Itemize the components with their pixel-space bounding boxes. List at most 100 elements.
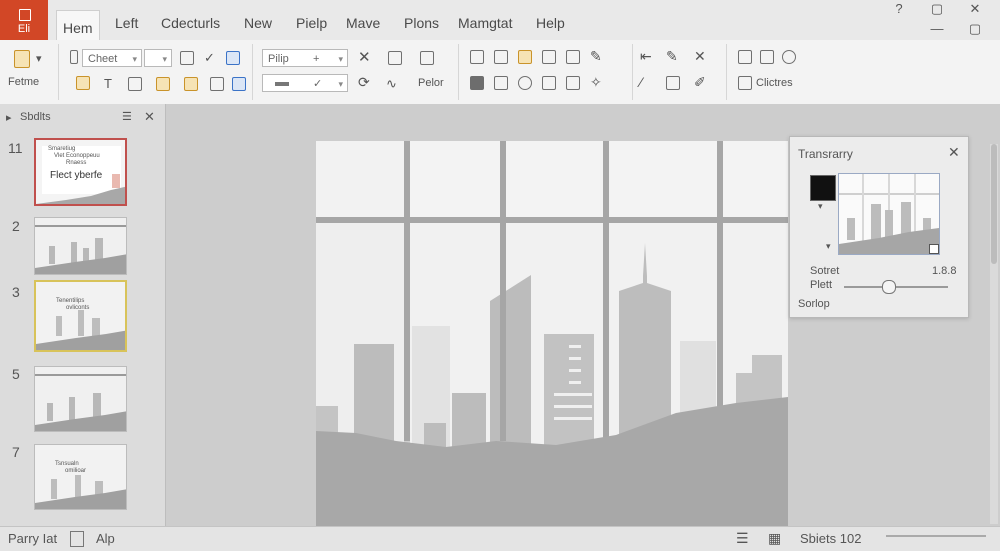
- tab-new[interactable]: New: [238, 12, 278, 34]
- plus-icon: +: [313, 53, 320, 65]
- slide-thumbnail-5[interactable]: [34, 366, 127, 432]
- picture-icon[interactable]: [518, 50, 532, 64]
- paste-dropdown-icon[interactable]: ▾: [36, 52, 42, 65]
- slide-thumbnail-1[interactable]: Smaretiug Vlet Econoppeuu Rnaess Flect y…: [34, 138, 127, 206]
- format-painter-icon[interactable]: [70, 50, 78, 64]
- font-group: Cheet ▾ ▾ ✓ T: [62, 44, 253, 100]
- styles-label[interactable]: Clictres: [756, 77, 793, 89]
- slide-1-title: Flect yberfe: [50, 170, 103, 181]
- tab-home[interactable]: Hem: [56, 10, 100, 41]
- transparency-pane: Transrarry ✕ ▾ ▾ Sotret 1.8.8 Plett Sorl…: [789, 136, 969, 318]
- sorter-view-icon[interactable]: ▦: [768, 530, 781, 547]
- grid-icon[interactable]: [470, 76, 484, 90]
- edit-icon[interactable]: ✎: [666, 48, 678, 65]
- file-tab[interactable]: Eli: [0, 0, 48, 40]
- replace-icon[interactable]: [738, 76, 752, 90]
- status-center-text: Alp: [96, 531, 115, 546]
- preview-dropdown-icon[interactable]: ▾: [826, 241, 831, 252]
- normal-view-icon[interactable]: ☰: [736, 530, 749, 547]
- status-left-text: Parry Iat: [8, 531, 58, 546]
- panel-close-icon[interactable]: ✕: [144, 109, 155, 125]
- slide-thumbnail-2[interactable]: [34, 217, 127, 275]
- slide-thumbnail-panel: ▸ Sbdlts ☰ ✕ 11 Smaretiug Vlet Econoppeu…: [0, 104, 166, 526]
- slide-number: 5: [12, 366, 20, 382]
- slide-number: 11: [8, 140, 23, 156]
- notes-icon[interactable]: [70, 531, 84, 547]
- clipboard-group: ▾ Fetme: [0, 44, 59, 100]
- slide-image-window-cityscape[interactable]: [316, 141, 788, 526]
- eyedropper-icon[interactable]: ⁄: [640, 74, 642, 90]
- font-name-dropdown[interactable]: Cheet ▾: [82, 49, 142, 67]
- select-icon[interactable]: [760, 50, 774, 64]
- circle-icon[interactable]: [782, 50, 796, 64]
- resize-handle[interactable]: [929, 244, 939, 254]
- cityscape-picture: [316, 141, 788, 526]
- line-spacing-icon[interactable]: [210, 77, 224, 91]
- tab-cdecturls[interactable]: Cdecturls: [155, 12, 226, 34]
- transparency-close-icon[interactable]: ✕: [948, 144, 960, 161]
- tab-help[interactable]: Help: [530, 12, 571, 34]
- search-icon[interactable]: [156, 77, 170, 91]
- rectangle-icon[interactable]: [566, 50, 580, 64]
- chart-icon[interactable]: [494, 76, 508, 90]
- section-icon[interactable]: [420, 51, 434, 65]
- transparency-slider-track[interactable]: [844, 286, 948, 288]
- lock-icon[interactable]: [542, 76, 556, 90]
- slide-1-line: Rnaess: [66, 160, 87, 166]
- close-window-icon[interactable]: ✕: [956, 0, 994, 18]
- tab-plons[interactable]: Plons: [398, 12, 445, 34]
- pen-icon[interactable]: ✎: [590, 48, 602, 65]
- text-box-icon[interactable]: [470, 50, 484, 64]
- ribbon: ▾ Fetme Cheet ▾ ▾ ✓ T Pilip + ▾ ✕ ✓ ▾ ⟳ ∿ Pe…: [0, 40, 1000, 105]
- clear-format-icon[interactable]: ✕: [358, 48, 371, 66]
- panel-options-icon[interactable]: ☰: [122, 110, 132, 123]
- bucket-icon[interactable]: [666, 76, 680, 90]
- shape-icon[interactable]: [542, 50, 556, 64]
- layout-icon[interactable]: [388, 51, 402, 65]
- paste-icon[interactable]: [14, 50, 30, 68]
- color-swatch[interactable]: [810, 175, 836, 201]
- style-dropdown[interactable]: Pilip + ▾: [262, 49, 348, 67]
- font-color-icon[interactable]: [184, 77, 198, 91]
- shape-fill-icon[interactable]: [226, 51, 240, 65]
- text-cursor-icon[interactable]: T: [104, 76, 112, 91]
- zoom-slider[interactable]: [886, 535, 986, 537]
- vertical-scrollbar[interactable]: [990, 144, 998, 524]
- slide-thumbnail-7[interactable]: Tsnsualn omilioar: [34, 444, 127, 510]
- tab-mave[interactable]: Mave: [340, 12, 386, 34]
- delete-icon[interactable]: ✕: [694, 48, 706, 65]
- highlight-icon[interactable]: [76, 76, 90, 90]
- transparency-slider-thumb[interactable]: [882, 280, 896, 294]
- restore-icon[interactable]: ▢: [956, 20, 994, 38]
- back-icon[interactable]: ⇤: [640, 48, 652, 65]
- reset-icon[interactable]: ⟳: [358, 74, 370, 91]
- pencil-icon[interactable]: ✐: [694, 74, 706, 91]
- transparency-preview: [838, 173, 940, 255]
- tab-mamgtat[interactable]: Mamgtat: [452, 12, 518, 34]
- slide-editing-canvas: Transrarry ✕ ▾ ▾ Sotret 1.8.8 Plett Sorl…: [166, 104, 1000, 526]
- zoom-icon[interactable]: [518, 76, 532, 90]
- help-icon[interactable]: ?: [880, 0, 918, 18]
- user-icon[interactable]: [566, 76, 580, 90]
- table-icon[interactable]: [494, 50, 508, 64]
- scrollbar-thumb[interactable]: [991, 144, 997, 264]
- swatch-dropdown-icon[interactable]: ▾: [818, 201, 823, 212]
- effects-icon[interactable]: ✧: [590, 74, 602, 91]
- save-icon[interactable]: [232, 77, 246, 91]
- slide-5-preview: [35, 367, 126, 431]
- checkmark-icon[interactable]: ✓: [204, 50, 215, 66]
- arrange-label[interactable]: Pelor: [418, 77, 444, 89]
- copy-icon[interactable]: [128, 77, 142, 91]
- tab-pielp[interactable]: Pielp: [290, 12, 333, 34]
- panel-menu-icon[interactable]: ▸: [6, 111, 12, 124]
- ribbon-options-icon[interactable]: ▢: [918, 0, 956, 18]
- sotret-value: 1.8.8: [932, 265, 957, 277]
- font-size-dropdown[interactable]: ▾: [144, 49, 172, 67]
- slide-thumbnail-3[interactable]: Tenentilips ovliconts: [34, 280, 127, 352]
- styles-icon[interactable]: [738, 50, 752, 64]
- align-text-icon[interactable]: [180, 51, 194, 65]
- tab-left[interactable]: Left: [109, 12, 144, 34]
- wave-icon[interactable]: ∿: [386, 76, 397, 92]
- minimize-icon[interactable]: —: [918, 20, 956, 38]
- shape-style-dropdown[interactable]: ✓ ▾: [262, 74, 348, 92]
